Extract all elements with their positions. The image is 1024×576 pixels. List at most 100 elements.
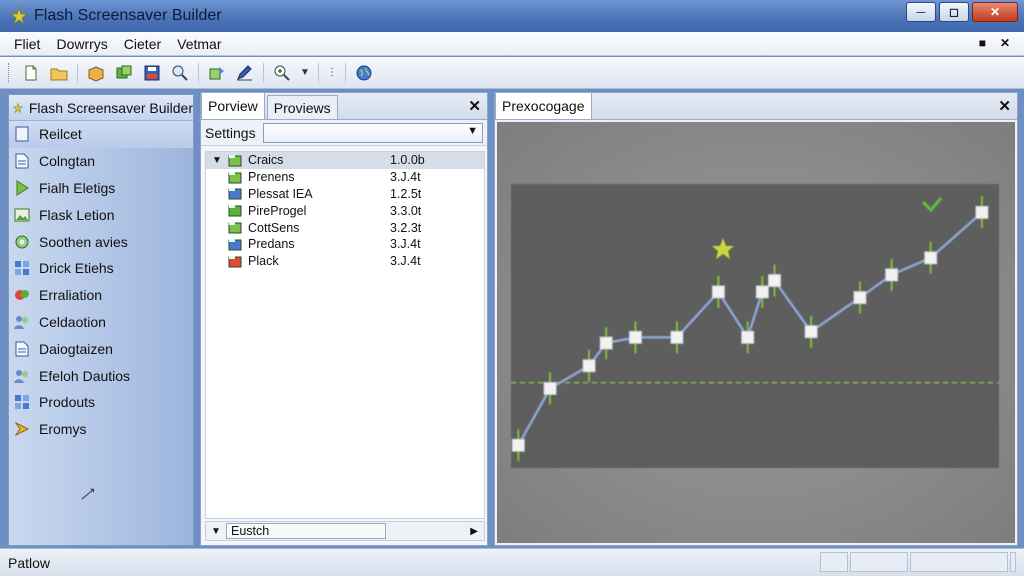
tab-preview[interactable]: Prexocogage <box>495 92 592 119</box>
graph-point <box>582 359 596 373</box>
tab-proviews[interactable]: Proviews <box>266 95 338 119</box>
settings-dropdown[interactable]: ▼ <box>263 122 483 143</box>
new-button[interactable] <box>17 60 45 86</box>
sidebar-item-label: Drick Etiehs <box>39 260 114 277</box>
options-icon[interactable]: ⋮ <box>323 67 341 78</box>
sidebar-item[interactable]: Fialh Eletigs <box>9 175 193 202</box>
new-file-icon <box>25 65 37 80</box>
sidebar-item-label: Flask Letion <box>39 206 115 223</box>
menu-item-file[interactable]: Fliet <box>0 36 48 52</box>
zoom-icon <box>274 65 290 81</box>
sidebar-item[interactable]: Reilcet <box>9 121 193 148</box>
graph-point <box>804 325 818 339</box>
mdi-close-icon[interactable]: ✕ <box>1000 36 1010 50</box>
globe-button[interactable] <box>350 60 378 86</box>
sidebar-item[interactable]: Erraliation <box>9 282 193 309</box>
maximize-button[interactable]: ◻ <box>939 2 969 22</box>
status-pane-3 <box>910 552 1008 572</box>
collapse-icon[interactable]: ▼ <box>206 526 226 537</box>
graph-point <box>885 268 899 282</box>
tree-item-name: CottSens <box>248 220 300 235</box>
image-icon <box>13 206 31 224</box>
minimize-button[interactable]: ─ <box>906 2 936 22</box>
graph-point <box>924 251 938 265</box>
package-button[interactable] <box>82 60 110 86</box>
sidebar-item[interactable]: Eromys <box>9 416 193 443</box>
footer-field[interactable]: Eustch <box>226 523 386 539</box>
sidebar-item[interactable]: Celdaotion <box>9 309 193 336</box>
star-icon <box>712 238 734 259</box>
open-button[interactable] <box>45 60 73 86</box>
sidebar-item-label: Erraliation <box>39 287 103 304</box>
tree-footer: ▼ Eustch ▶ <box>205 521 485 541</box>
sidebar-item[interactable]: Prodouts <box>9 389 193 416</box>
sidebar-item[interactable]: Soothen avies <box>9 228 193 255</box>
sidebar-item-label: Celdaotion <box>39 313 106 330</box>
sidebar-item[interactable]: Flask Letion <box>9 201 193 228</box>
preview-screen <box>511 184 999 468</box>
tree-row[interactable]: CottSens 3.2.3t <box>206 219 484 236</box>
sidebar: Flash Screensaver Builder Reilcet Colngta… <box>8 94 194 546</box>
toolbar-grip[interactable] <box>8 62 11 83</box>
sidebar-item[interactable]: Daiogtaizen <box>9 335 193 362</box>
tree-item-version: 3.J.4t <box>390 170 421 185</box>
people-icon <box>13 367 31 385</box>
minimize-icon: ─ <box>916 5 926 19</box>
menu-item-center[interactable]: Cieter <box>116 36 169 52</box>
close-icon[interactable]: ✕ <box>998 97 1011 115</box>
status-bar: Patlow <box>0 548 1024 576</box>
sidebar-header[interactable]: Flash Screensaver Builder <box>9 95 193 121</box>
tree-item-version: 3.J.4t <box>390 237 421 252</box>
sidebar-header-label: Flash Screensaver Builder <box>28 99 193 116</box>
graph-point <box>975 205 989 219</box>
status-pane-grip[interactable] <box>1010 552 1016 572</box>
sidebar-item[interactable]: Drick Etiehs <box>9 255 193 282</box>
sidebar-item-label: Efeloh Dautios <box>39 367 131 384</box>
edit-button[interactable] <box>231 60 259 86</box>
graph-point <box>670 330 684 344</box>
tree-row[interactable]: PireProgel 3.3.0t <box>206 202 484 219</box>
document-icon <box>13 340 31 358</box>
preview-canvas[interactable] <box>497 122 1015 543</box>
menu-item-downloads[interactable]: Dowrrys <box>48 36 115 52</box>
grid-icon <box>13 259 31 277</box>
menu-item-vetmar[interactable]: Vetmar <box>169 36 229 52</box>
tree-row[interactable]: ▼ Craics 1.0.0b <box>206 152 484 169</box>
sidebar-item[interactable]: Colngtan <box>9 148 193 175</box>
save-button[interactable] <box>138 60 166 86</box>
document-icon <box>13 152 31 170</box>
tree-row[interactable]: Predans 3.J.4t <box>206 236 484 253</box>
restore-icon[interactable]: ■ <box>979 36 986 50</box>
build-button[interactable] <box>110 60 138 86</box>
search-button[interactable] <box>166 60 194 86</box>
cursor-icon: ⟶ <box>76 483 99 505</box>
sidebar-item[interactable]: Efeloh Dautios <box>9 362 193 389</box>
tab-porview[interactable]: Porview <box>201 92 265 119</box>
tree-row[interactable]: Plessat IEA 1.2.5t <box>206 186 484 203</box>
close-icon: ✕ <box>989 5 1001 19</box>
close-icon[interactable]: ✕ <box>468 97 481 115</box>
graph-point <box>511 438 525 452</box>
sidebar-item-label: Soothen avies <box>39 233 128 250</box>
zoom-button[interactable] <box>268 60 296 86</box>
status-pane-1 <box>820 552 848 572</box>
zoom-dropdown-icon[interactable]: ▼ <box>296 67 314 78</box>
graph-point <box>768 274 782 288</box>
close-button[interactable]: ✕ <box>972 2 1018 22</box>
component-icon <box>228 238 242 251</box>
chevron-right-icon[interactable]: ▶ <box>470 526 478 537</box>
tree-item-name: Prenens <box>248 170 295 185</box>
expand-icon[interactable]: ▼ <box>206 155 228 166</box>
tree-row[interactable]: Prenens 3.J.4t <box>206 169 484 186</box>
component-icon <box>228 204 242 217</box>
tree-row[interactable]: Plack 3.J.4t <box>206 253 484 270</box>
export-button[interactable] <box>203 60 231 86</box>
maximize-icon: ◻ <box>949 5 959 19</box>
app-icon <box>10 7 28 25</box>
graph-point <box>853 291 867 305</box>
tree-item-name: Predans <box>248 237 295 252</box>
export-icon <box>209 66 224 79</box>
tree-item-version: 3.J.4t <box>390 254 421 269</box>
graph-line <box>517 211 983 446</box>
sidebar-item-label: Fialh Eletigs <box>39 179 116 196</box>
